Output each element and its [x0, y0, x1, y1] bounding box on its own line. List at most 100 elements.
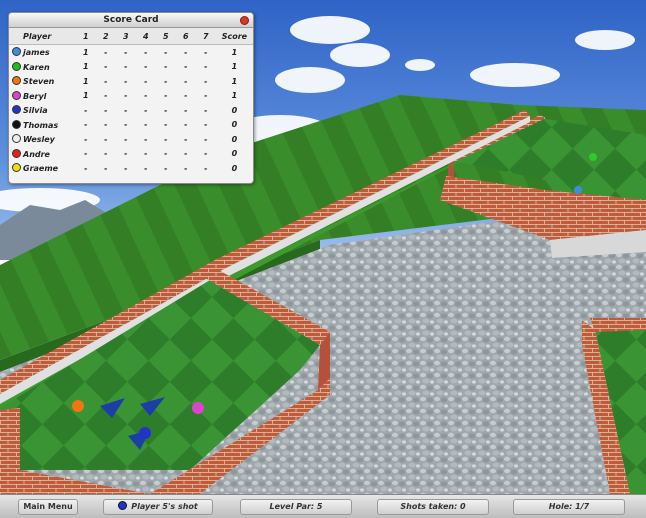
hole-score-cell: -	[124, 62, 128, 72]
player-row: Thomas - - - - - - - 0	[9, 118, 253, 133]
hole-score-cell: -	[104, 149, 108, 159]
total-score-cell: 0	[231, 134, 238, 144]
player-row: james 1 - - - - - - 1	[9, 45, 253, 60]
total-score-cell: 1	[231, 62, 238, 72]
header-hole-1: 1	[75, 28, 96, 45]
total-score-cell: 0	[231, 149, 238, 159]
player-name: Steven	[23, 77, 55, 87]
score-card-title-bar: Score Card	[9, 13, 253, 28]
hole-score-cell: -	[84, 134, 88, 144]
ball-karen	[589, 153, 597, 161]
player-ball-icon	[12, 47, 21, 57]
player-name: Graeme	[23, 164, 59, 174]
hole-score-cell: -	[104, 163, 108, 173]
hole-score-cell: -	[204, 149, 208, 159]
player-name-cell: Karen	[9, 60, 76, 75]
player-row: Karen 1 - - - - - - 1	[9, 60, 253, 75]
hole-score-cell: -	[144, 134, 148, 144]
hole-score-cell: -	[124, 149, 128, 159]
hole-score-cell: -	[184, 62, 188, 72]
score-table: Player 1 2 3 4 5 6 7 Score james 1 - - - - - - 1…	[9, 28, 253, 176]
hole-score-cell: -	[104, 105, 108, 115]
hole-score-cell: -	[104, 62, 108, 72]
hole-score-cell: -	[144, 105, 148, 115]
hole-score-cell: -	[104, 120, 108, 130]
hole-score-cell: -	[124, 134, 128, 144]
hole-score-cell: -	[84, 163, 88, 173]
hole-score-cell: -	[204, 62, 208, 72]
hole-score-cell: -	[144, 120, 148, 130]
player-name: Silvia	[23, 106, 48, 116]
hole-score-cell: -	[124, 47, 128, 57]
hole-score-cell: -	[204, 47, 208, 57]
total-score-cell: 1	[231, 76, 238, 86]
player-ball-icon	[12, 90, 21, 100]
current-player-label: Player 5's shot	[131, 502, 198, 511]
hole-score-cell: -	[184, 47, 188, 57]
player-ball-icon	[12, 134, 21, 144]
hole-score-cell: -	[204, 134, 208, 144]
header-hole-5: 5	[155, 28, 176, 45]
hole-score-cell: -	[124, 76, 128, 86]
hole-score-cell: -	[184, 105, 188, 115]
ball-steven	[72, 400, 84, 412]
total-score-cell: 0	[231, 163, 238, 173]
player-row: Graeme - - - - - - - 0	[9, 161, 253, 176]
hole-score-cell: -	[124, 120, 128, 130]
score-table-header: Player 1 2 3 4 5 6 7 Score	[9, 28, 253, 45]
hole-score-cell: 1	[83, 91, 89, 101]
hole-score-cell: -	[204, 120, 208, 130]
player-row: Wesley - - - - - - - 0	[9, 132, 253, 147]
header-hole-2: 2	[95, 28, 116, 45]
current-player-status: Player 5's shot	[103, 499, 213, 515]
ball-james	[574, 186, 582, 194]
hole-score-cell: -	[144, 163, 148, 173]
hole-score-cell: -	[184, 76, 188, 86]
header-hole-3: 3	[115, 28, 136, 45]
hole-score-cell: -	[144, 76, 148, 86]
player-ball-icon	[12, 119, 21, 129]
player-name: Karen	[23, 62, 50, 72]
hole-score-cell: -	[104, 76, 108, 86]
hole-score-cell: -	[144, 62, 148, 72]
hole-score-cell: -	[164, 105, 168, 115]
hole-score-cell: -	[204, 91, 208, 101]
player-name-cell: Thomas	[9, 118, 76, 133]
player-name-cell: Wesley	[9, 132, 76, 147]
hole-score-cell: -	[204, 163, 208, 173]
player-name: Wesley	[23, 135, 55, 145]
close-icon[interactable]	[240, 16, 249, 25]
ball-silvia	[139, 427, 151, 439]
player-name-cell: Beryl	[9, 89, 76, 104]
ball-beryl	[192, 402, 204, 414]
player-name: james	[23, 48, 50, 58]
hole-score-cell: 1	[83, 47, 89, 57]
player-name: Thomas	[23, 120, 59, 130]
player-row: Andre - - - - - - - 0	[9, 147, 253, 162]
player-ball-icon	[12, 76, 21, 86]
hole-score-cell: -	[164, 163, 168, 173]
hole-score-cell: -	[184, 163, 188, 173]
player-name-cell: Graeme	[9, 161, 76, 176]
total-score-cell: 1	[231, 47, 238, 57]
hole-counter-label: Hole: 1/7	[513, 499, 625, 515]
hole-score-cell: -	[184, 134, 188, 144]
player-name: Beryl	[23, 91, 47, 101]
hole-score-cell: -	[84, 120, 88, 130]
hole-score-cell: -	[164, 47, 168, 57]
shots-taken-label: Shots taken: 0	[377, 499, 489, 515]
player-ball-icon	[118, 501, 128, 510]
player-name-cell: Silvia	[9, 103, 76, 118]
header-player: Player	[9, 28, 76, 45]
hole-score-cell: -	[204, 105, 208, 115]
hole-score-cell: -	[164, 76, 168, 86]
hole-score-cell: -	[144, 149, 148, 159]
header-score: Score	[215, 28, 253, 45]
main-menu-button[interactable]: Main Menu	[18, 499, 78, 515]
player-ball-icon	[12, 163, 21, 173]
score-card-title: Score Card	[103, 15, 159, 25]
player-row: Steven 1 - - - - - - 1	[9, 74, 253, 89]
player-ball-icon	[12, 105, 21, 115]
player-row: Silvia - - - - - - - 0	[9, 103, 253, 118]
hole-score-cell: -	[164, 62, 168, 72]
